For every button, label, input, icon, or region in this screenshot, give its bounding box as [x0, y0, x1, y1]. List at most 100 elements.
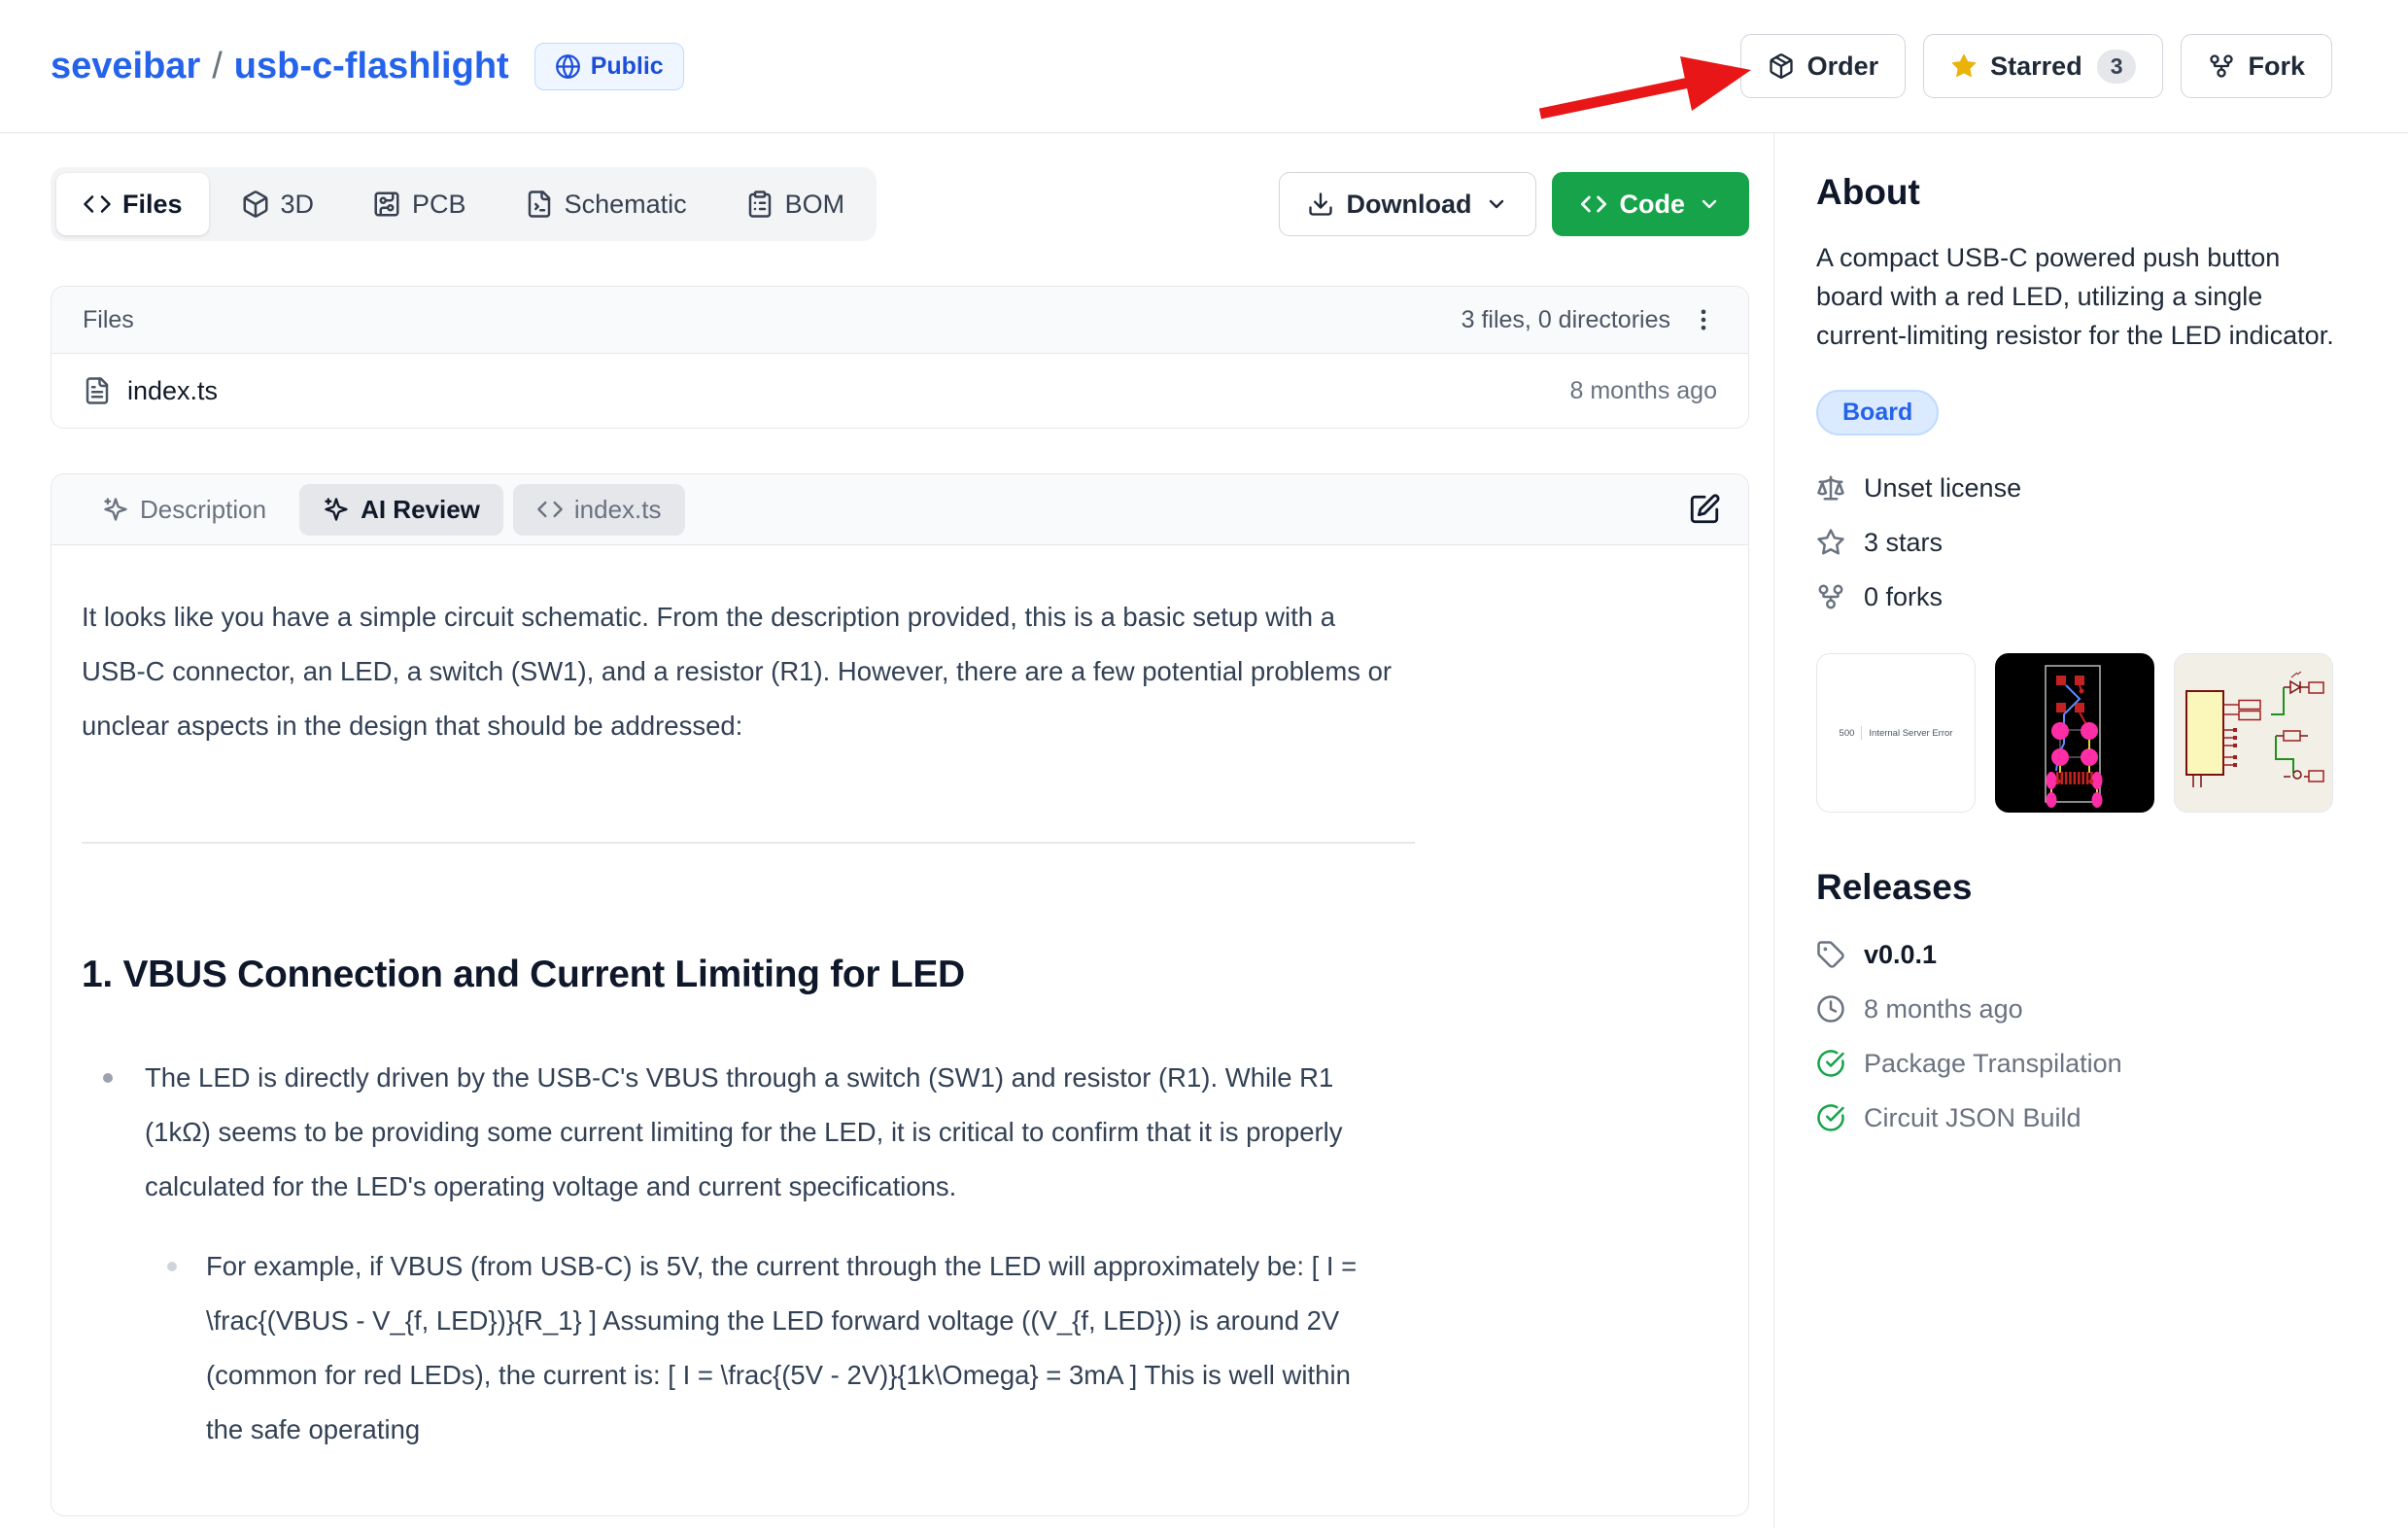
view-tabs: Files 3D PCB Schematic BOM	[51, 167, 877, 241]
release-date-row: 8 months ago	[1816, 982, 2365, 1036]
tab-schematic-label: Schematic	[565, 190, 687, 220]
check-circle-icon	[1816, 1103, 1845, 1132]
globe-icon	[555, 53, 581, 80]
star-count-badge: 3	[2097, 50, 2137, 84]
page-header: seveibar / usb-c-flashlight Public Order…	[0, 0, 2408, 133]
files-summary: 3 files, 0 directories	[1462, 306, 1670, 334]
ai-review-content: It looks like you have a simple circuit …	[52, 545, 1748, 1515]
package-icon	[1768, 52, 1795, 80]
code-icon	[83, 190, 112, 219]
tab-bom[interactable]: BOM	[719, 173, 872, 235]
starred-label: Starred	[1990, 52, 2082, 82]
kebab-menu-icon[interactable]	[1690, 306, 1717, 333]
about-description: A compact USB-C powered push button boar…	[1816, 238, 2346, 355]
tab-pcb-label: PCB	[412, 190, 466, 220]
pcb-preview-image	[1996, 654, 2153, 812]
code-icon	[536, 496, 564, 523]
files-panel-title: Files	[83, 306, 134, 334]
tab-ai-review[interactable]: AI Review	[299, 484, 503, 536]
schematic-preview-image	[2175, 654, 2332, 812]
download-label: Download	[1347, 190, 1472, 220]
preview-3d-thumbnail[interactable]: 500 Internal Server Error	[1816, 653, 1976, 813]
review-sub-bullet-text: For example, if VBUS (from USB-C) is 5V,…	[206, 1251, 1357, 1444]
file-updated: 8 months ago	[1570, 377, 1718, 405]
scale-icon	[1816, 473, 1845, 503]
release-check-circuit-json: Circuit JSON Build	[1816, 1091, 2365, 1145]
preview-pcb-thumbnail[interactable]	[1995, 653, 2154, 813]
starred-button[interactable]: Starred 3	[1923, 34, 2163, 98]
releases-title: Releases	[1816, 867, 2365, 908]
sparkles-icon	[323, 496, 350, 523]
check-circle-icon	[1816, 1049, 1845, 1078]
review-bullet-list: The LED is directly driven by the USB-C'…	[82, 1051, 1709, 1457]
review-intro: It looks like you have a simple circuit …	[82, 590, 1393, 753]
about-title: About	[1816, 172, 2365, 213]
license-row: Unset license	[1816, 461, 2365, 515]
breadcrumb: seveibar / usb-c-flashlight Public	[51, 43, 684, 90]
release-check-transpilation: Package Transpilation	[1816, 1036, 2365, 1091]
tab-index-ts-label: index.ts	[574, 495, 662, 525]
content-tabs: Description AI Review index.ts	[52, 474, 1748, 545]
release-check-label: Circuit JSON Build	[1864, 1103, 2081, 1133]
sidebar: About A compact USB-C powered push butto…	[1773, 133, 2408, 1528]
code-button[interactable]: Code	[1552, 172, 1750, 236]
tab-description[interactable]: Description	[79, 484, 290, 536]
tab-3d[interactable]: 3D	[215, 173, 341, 235]
preview-thumbnails: 500 Internal Server Error	[1816, 653, 2365, 813]
forks-row[interactable]: 0 forks	[1816, 570, 2365, 624]
visibility-badge: Public	[534, 43, 684, 90]
clipboard-list-icon	[745, 190, 774, 219]
toolbar-row: Files 3D PCB Schematic BOM Download	[51, 167, 1749, 241]
order-label: Order	[1807, 52, 1879, 82]
fork-button[interactable]: Fork	[2181, 34, 2332, 98]
visibility-label: Public	[591, 52, 664, 81]
chevron-down-icon	[1485, 192, 1508, 216]
box-3d-icon	[241, 190, 270, 219]
circuit-board-icon	[372, 190, 401, 219]
edit-button[interactable]	[1688, 493, 1721, 526]
tab-ai-review-label: AI Review	[361, 495, 480, 525]
board-tag[interactable]: Board	[1816, 390, 1939, 435]
release-version-row[interactable]: v0.0.1	[1816, 927, 2365, 982]
code-icon	[1580, 191, 1607, 218]
tab-files[interactable]: Files	[56, 173, 209, 235]
divider	[82, 842, 1415, 844]
repo-link[interactable]: usb-c-flashlight	[234, 46, 509, 87]
git-fork-icon	[1816, 582, 1845, 611]
review-bullet-text: The LED is directly driven by the USB-C'…	[145, 1062, 1343, 1201]
main-content: Files 3D PCB Schematic BOM Download	[0, 133, 1773, 1516]
file-row[interactable]: index.ts 8 months ago	[52, 354, 1748, 428]
toolbar-actions: Download Code	[1279, 172, 1750, 236]
order-button[interactable]: Order	[1740, 34, 1907, 98]
stars-row[interactable]: 3 stars	[1816, 515, 2365, 570]
header-actions: Order Starred 3 Fork	[1740, 34, 2332, 98]
tab-3d-label: 3D	[281, 190, 315, 220]
preview-schematic-thumbnail[interactable]	[2174, 653, 2333, 813]
files-panel-header: Files 3 files, 0 directories	[52, 287, 1748, 354]
fork-label: Fork	[2248, 52, 2305, 82]
file-text-icon	[83, 376, 112, 405]
content-panel: Description AI Review index.ts It looks …	[51, 473, 1749, 1516]
review-bullet: The LED is directly driven by the USB-C'…	[145, 1051, 1393, 1457]
tag-icon	[1816, 940, 1845, 969]
tab-index-ts[interactable]: index.ts	[513, 484, 685, 536]
download-button[interactable]: Download	[1279, 172, 1536, 236]
release-check-label: Package Transpilation	[1864, 1049, 2122, 1079]
code-label: Code	[1620, 190, 1686, 220]
git-fork-icon	[2208, 52, 2235, 80]
tab-schematic[interactable]: Schematic	[499, 173, 713, 235]
breadcrumb-separator: /	[212, 46, 223, 87]
owner-link[interactable]: seveibar	[51, 46, 200, 87]
square-pen-icon	[1688, 493, 1721, 526]
license-label: Unset license	[1864, 473, 2021, 504]
star-icon	[1950, 52, 1978, 80]
review-sub-bullet: For example, if VBUS (from USB-C) is 5V,…	[206, 1239, 1393, 1457]
tab-pcb[interactable]: PCB	[346, 173, 493, 235]
forks-label: 0 forks	[1864, 582, 1943, 612]
file-name: index.ts	[127, 376, 218, 406]
releases-list: v0.0.1 8 months ago Package Transpilatio…	[1816, 927, 2365, 1145]
file-terminal-icon	[525, 190, 554, 219]
release-date: 8 months ago	[1864, 994, 2023, 1024]
clock-icon	[1816, 994, 1845, 1024]
tab-description-label: Description	[140, 495, 266, 525]
